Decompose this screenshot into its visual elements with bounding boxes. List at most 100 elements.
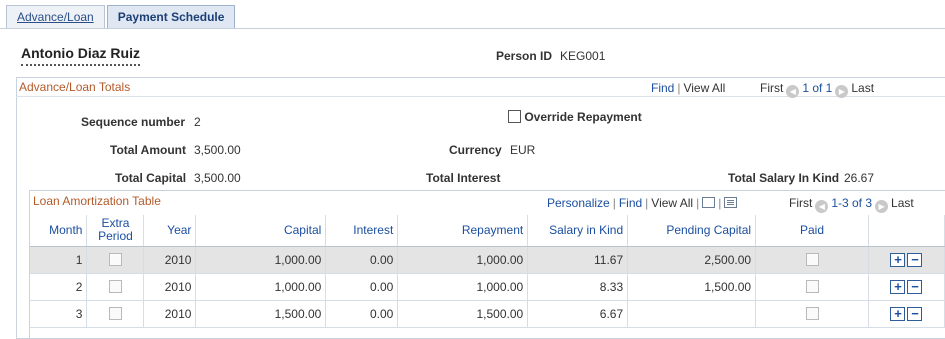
page-tabs: Advance/Loan Payment Schedule <box>6 5 237 29</box>
override-repayment: Override Repayment <box>508 110 642 124</box>
cell-row-actions: + − <box>868 300 945 328</box>
column-header-capital[interactable]: Capital <box>195 215 327 247</box>
add-row-button[interactable]: + <box>890 252 906 267</box>
cell-capital: 1,000.00 <box>195 246 327 274</box>
grid-last-label: Last <box>891 196 914 210</box>
cell-pending-capital: 2,500.00 <box>627 246 757 274</box>
total-capital-label: Total Capital <box>115 171 187 185</box>
table-row: 1 2010 1,000.00 0.00 1,000.00 11.67 2,50… <box>30 246 945 274</box>
extra-period-checkbox[interactable] <box>108 306 122 320</box>
delete-row-button[interactable]: − <box>907 306 923 321</box>
salary-in-kind-value: 26.67 <box>844 171 875 185</box>
cell-interest: 0.00 <box>325 246 399 274</box>
cell-paid <box>755 246 869 274</box>
new-window-icon[interactable] <box>702 197 716 208</box>
cell-year: 2010 <box>143 246 197 274</box>
delete-row-button[interactable]: − <box>907 252 923 267</box>
cell-salary-in-kind: 11.67 <box>527 246 629 274</box>
cell-repayment: 1,500.00 <box>397 300 529 328</box>
total-interest-label: Total Interest <box>426 171 501 185</box>
grid-nav: Personalize | Find | View All | | <box>547 196 738 210</box>
totals-view-all[interactable]: View All <box>683 81 725 95</box>
column-header-actions <box>868 215 945 247</box>
column-header-year[interactable]: Year <box>143 215 197 247</box>
separator: | <box>696 196 700 210</box>
column-header-repayment[interactable]: Repayment <box>397 215 529 247</box>
column-header-pending-capital[interactable]: Pending Capital <box>627 215 757 247</box>
grid-pager: First ◀ 1-3 of 3 ▶ Last <box>789 196 914 213</box>
grid-find-link[interactable]: Find <box>619 196 642 210</box>
cell-month: 1 <box>30 246 88 274</box>
person-name[interactable]: Antonio Diaz Ruiz <box>21 45 140 66</box>
totals-title: Advance/Loan Totals <box>19 80 131 94</box>
download-grid-icon[interactable] <box>724 197 738 208</box>
totals-find-link[interactable]: Find <box>651 81 674 95</box>
grid-view-all[interactable]: View All <box>651 196 693 210</box>
cell-extra-period <box>86 300 145 328</box>
cell-repayment: 1,000.00 <box>397 273 529 301</box>
next-arrow-icon[interactable]: ▶ <box>835 85 849 98</box>
extra-period-checkbox[interactable] <box>108 279 122 293</box>
cell-salary-in-kind: 6.67 <box>527 300 629 328</box>
column-header-interest[interactable]: Interest <box>325 215 399 247</box>
cell-interest: 0.00 <box>325 273 399 301</box>
totals-nav: Find | View All <box>651 81 725 95</box>
tab-divider <box>0 28 945 29</box>
table-row: 3 2010 1,500.00 0.00 1,500.00 6.67 + − <box>30 300 945 328</box>
currency-label: Currency <box>449 143 502 157</box>
grid-first-label: First <box>789 196 813 210</box>
column-header-paid[interactable]: Paid <box>755 215 869 247</box>
tab-payment-schedule[interactable]: Payment Schedule <box>106 5 236 28</box>
cell-extra-period <box>86 246 145 274</box>
totals-last-label: Last <box>851 81 875 95</box>
paid-checkbox[interactable] <box>805 252 819 266</box>
cell-salary-in-kind: 8.33 <box>527 273 629 301</box>
add-row-button[interactable]: + <box>890 306 906 321</box>
override-repayment-label: Override Repayment <box>524 110 642 124</box>
totals-first-label: First <box>760 81 784 95</box>
cell-repayment: 1,000.00 <box>397 246 529 274</box>
cell-row-actions: + − <box>868 246 945 274</box>
table-row: 2 2010 1,000.00 0.00 1,000.00 8.33 1,500… <box>30 273 945 301</box>
total-amount-label: Total Amount <box>110 143 186 157</box>
tab-advance-loan[interactable]: Advance/Loan <box>6 5 105 28</box>
separator: | <box>718 196 722 210</box>
total-amount-value: 3,500.00 <box>194 143 241 157</box>
cell-year: 2010 <box>143 300 197 328</box>
column-header-extra-period[interactable]: Extra Period <box>86 215 145 247</box>
prev-arrow-icon[interactable]: ◀ <box>815 200 829 213</box>
totals-range: 1 of 1 <box>802 81 833 95</box>
cell-paid <box>755 300 869 328</box>
cell-extra-period <box>86 273 145 301</box>
cell-capital: 1,000.00 <box>195 273 327 301</box>
add-row-button[interactable]: + <box>890 279 906 294</box>
grid-title: Loan Amortization Table <box>33 194 161 208</box>
cell-paid <box>755 273 869 301</box>
amortization-table: Month Extra Period Year Capital Interest… <box>30 215 945 328</box>
column-header-month[interactable]: Month <box>30 215 88 247</box>
currency-value: EUR <box>510 143 536 157</box>
cell-capital: 1,500.00 <box>195 300 327 328</box>
sequence-number-value: 2 <box>194 115 201 129</box>
extra-period-checkbox[interactable] <box>108 252 122 266</box>
paid-checkbox[interactable] <box>805 306 819 320</box>
paid-checkbox[interactable] <box>805 279 819 293</box>
person-id-value: KEG001 <box>560 49 606 63</box>
override-repayment-checkbox[interactable] <box>508 110 521 123</box>
separator: | <box>612 196 616 210</box>
grid-range: 1-3 of 3 <box>831 196 873 210</box>
personalize-link[interactable]: Personalize <box>547 196 610 210</box>
cell-year: 2010 <box>143 273 197 301</box>
cell-interest: 0.00 <box>325 300 399 328</box>
total-capital-value: 3,500.00 <box>194 171 241 185</box>
delete-row-button[interactable]: − <box>907 279 923 294</box>
cell-month: 2 <box>30 273 88 301</box>
cell-row-actions: + − <box>868 273 945 301</box>
next-arrow-icon[interactable]: ▶ <box>875 200 889 213</box>
cell-month: 3 <box>30 300 88 328</box>
table-header-row: Month Extra Period Year Capital Interest… <box>30 215 945 247</box>
separator: | <box>645 196 649 210</box>
totals-pager: First ◀ 1 of 1 ▶ Last <box>760 81 874 98</box>
column-header-salary-in-kind[interactable]: Salary in Kind <box>527 215 629 247</box>
prev-arrow-icon[interactable]: ◀ <box>786 85 800 98</box>
